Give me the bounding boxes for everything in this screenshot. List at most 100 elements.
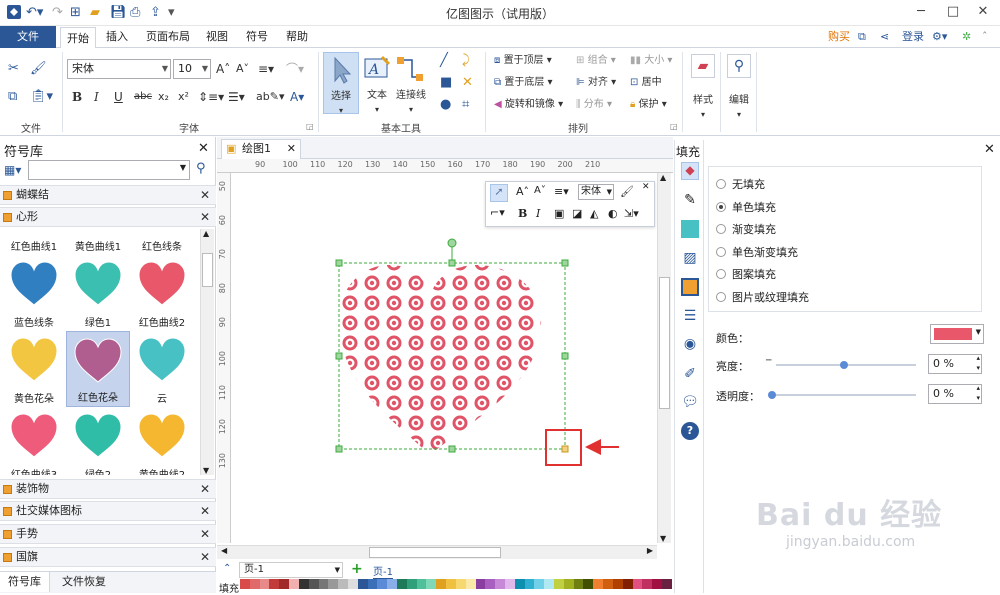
float-align-icon[interactable]: ≡▾: [554, 185, 569, 198]
float-more-icon[interactable]: ⇲▾: [624, 207, 639, 220]
line-panel-icon[interactable]: ✎: [681, 192, 699, 210]
float-select-icon[interactable]: ➚: [490, 184, 508, 202]
library-category[interactable]: 手势 ✕: [0, 524, 216, 544]
send-to-back-button[interactable]: ⧉ 置于底层 ▾: [494, 76, 553, 90]
ellipse-shape-icon[interactable]: ●: [440, 98, 451, 112]
rotation-handle[interactable]: [447, 238, 457, 248]
float-font-grow-icon[interactable]: A˄: [516, 185, 529, 198]
library-category[interactable]: 心形 ✕: [0, 207, 216, 227]
style-button[interactable]: ▰ 样式 ▾: [688, 54, 718, 122]
tab-home[interactable]: 开始: [60, 27, 96, 49]
float-opacity-icon[interactable]: ◐: [608, 207, 618, 220]
layer-panel-icon[interactable]: [681, 278, 699, 296]
float-brush-icon[interactable]: 🖌︎: [620, 185, 634, 198]
color-picker[interactable]: ▼: [930, 324, 984, 344]
hyperlink-panel-icon[interactable]: ◉: [681, 336, 699, 354]
italic-icon[interactable]: I: [94, 90, 99, 104]
float-shadow-icon[interactable]: ▣: [554, 207, 564, 220]
float-connector-icon[interactable]: ⌐▾: [490, 206, 505, 219]
help-icon[interactable]: ?: [681, 422, 699, 440]
fill-option-radio[interactable]: 单色渐变填充: [716, 244, 798, 260]
cross-shape-icon[interactable]: ✕: [462, 76, 473, 90]
restore-icon[interactable]: □: [938, 2, 968, 22]
copy-icon[interactable]: ⧉: [8, 90, 17, 104]
fill-option-radio[interactable]: 无填充: [716, 176, 765, 192]
shadow-panel-icon[interactable]: [681, 220, 699, 238]
collapse-ribbon-icon[interactable]: ˆ: [976, 26, 994, 48]
library-shape[interactable]: 黄色花朵: [2, 331, 66, 407]
cut-icon[interactable]: ✂: [8, 62, 19, 76]
library-search-input[interactable]: ▼: [28, 160, 190, 180]
brightness-input[interactable]: 0 % ▴ ▾: [928, 354, 982, 374]
login-link[interactable]: 登录: [896, 26, 930, 48]
library-shape[interactable]: 红色曲线1: [2, 229, 66, 255]
library-shape[interactable]: 绿色1: [66, 255, 130, 331]
float-line-color-icon[interactable]: ◭: [590, 207, 598, 220]
window-share-icon[interactable]: ⧉: [852, 26, 872, 48]
comment-panel-icon[interactable]: 💬︎: [681, 394, 699, 412]
fill-option-radio[interactable]: 图片或纹理填充: [716, 289, 809, 305]
center-button[interactable]: ⊡ 居中: [630, 76, 662, 90]
arc-shape-icon[interactable]: ⤸: [462, 54, 470, 68]
underline-icon[interactable]: U: [114, 90, 123, 104]
tab-page-layout[interactable]: 页面布局: [140, 26, 196, 48]
bring-to-front-button[interactable]: ⧈ 置于顶层 ▾: [494, 54, 552, 68]
page-up-icon[interactable]: ⌃: [223, 563, 231, 574]
canvas-horizontal-scrollbar[interactable]: ◀ ▶: [217, 545, 657, 559]
font-size-select[interactable]: 10 ▼: [173, 59, 211, 79]
text-highlight-icon[interactable]: ab✎▾: [256, 90, 284, 104]
distribute-button[interactable]: ⫼ 分布 ▾: [576, 98, 612, 112]
library-scrollbar[interactable]: ▲ ▼: [200, 229, 214, 475]
crop-icon[interactable]: ⌗: [462, 98, 469, 112]
font-shrink-icon[interactable]: A˅: [236, 62, 249, 76]
library-shape[interactable]: 红色曲线3: [2, 407, 66, 475]
color-palette[interactable]: [240, 579, 672, 589]
transparency-slider[interactable]: [768, 391, 916, 399]
tab-file-recovery[interactable]: 文件恢复: [56, 572, 112, 592]
fill-option-radio[interactable]: 渐变填充: [716, 221, 776, 237]
float-font-shrink-icon[interactable]: A˅: [534, 185, 546, 196]
strikethrough-icon[interactable]: abc: [134, 90, 152, 104]
bold-icon[interactable]: B: [72, 90, 82, 104]
protect-button[interactable]: 🔒︎ 保护 ▾: [630, 98, 667, 112]
font-grow-icon[interactable]: A˄: [216, 62, 230, 76]
tab-close-icon[interactable]: ✕: [287, 140, 296, 158]
paste-icon[interactable]: 📋︎▾: [30, 90, 53, 104]
select-tool-button[interactable]: 选择 ▾: [323, 52, 359, 115]
fill-panel-close-icon[interactable]: ✕: [984, 142, 995, 157]
close-window-icon[interactable]: ✕: [968, 2, 998, 22]
tab-view[interactable]: 视图: [200, 26, 234, 48]
settings-gear-icon[interactable]: ⚙▾: [926, 26, 953, 48]
fill-panel-icon[interactable]: ◆: [681, 162, 699, 180]
tab-help[interactable]: 帮助: [280, 26, 314, 48]
library-category[interactable]: 装饰物 ✕: [0, 479, 216, 499]
transparency-input[interactable]: 0 % ▴ ▾: [928, 384, 982, 404]
library-shape[interactable]: 红色线条: [130, 229, 194, 255]
share-icon[interactable]: ⋖: [874, 26, 895, 48]
brightness-slider[interactable]: [776, 361, 916, 369]
fill-option-radio[interactable]: 单色填充: [716, 199, 776, 215]
menu-file[interactable]: 文件: [0, 26, 56, 48]
rotate-mirror-button[interactable]: ◀ 旋转和镜像 ▾: [494, 98, 563, 112]
library-shape[interactable]: 黄色曲线2: [130, 407, 194, 475]
font-dialog-launcher-icon[interactable]: ◲: [306, 120, 314, 134]
minimize-icon[interactable]: ─: [906, 2, 936, 22]
page-select[interactable]: 页-1 ▼: [239, 562, 343, 578]
tab-symbol-library[interactable]: 符号库: [0, 572, 50, 592]
library-shape[interactable]: 红色曲线2: [130, 255, 194, 331]
superscript-icon[interactable]: x²: [178, 90, 189, 104]
library-grid-icon[interactable]: ▦▾: [4, 163, 21, 177]
library-category[interactable]: 蝴蝶结 ✕: [0, 185, 216, 205]
search-icon[interactable]: ⚲: [196, 161, 206, 176]
library-category[interactable]: 国旗 ✕: [0, 547, 216, 567]
page-panel-icon[interactable]: ☰: [681, 308, 699, 326]
buy-link[interactable]: 购买: [822, 26, 856, 48]
library-shape[interactable]: 绿色2: [66, 407, 130, 475]
add-page-icon[interactable]: +: [351, 561, 363, 577]
line-spacing-icon[interactable]: ⇕≡▾: [198, 90, 224, 104]
line-shape-icon[interactable]: ╱: [440, 54, 448, 68]
group-button[interactable]: ⊞ 组合 ▾: [576, 54, 616, 68]
connector-tool-button[interactable]: 连接线 ▾: [394, 52, 428, 114]
text-tool-button[interactable]: A 文本 ▾: [362, 52, 392, 114]
page-tab[interactable]: 页-1: [373, 563, 393, 580]
